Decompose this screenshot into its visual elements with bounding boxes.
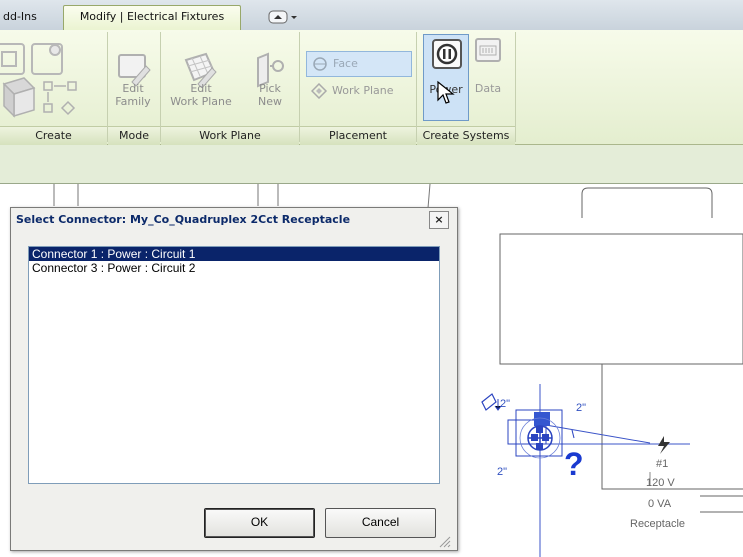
power-icon (432, 39, 462, 69)
panel-toggle-icon (268, 10, 297, 24)
ribbon-minimize-toggle[interactable] (268, 10, 304, 24)
edit-work-plane-label-1: Edit (190, 82, 212, 95)
connector-list-item-2[interactable]: Connector 3 : Power : Circuit 2 (29, 261, 439, 275)
ok-button[interactable]: OK (204, 508, 315, 538)
panel-label-create-systems: Create Systems (417, 126, 515, 145)
dimension-left-top: 2" (500, 398, 511, 410)
panel-label-mode: Mode (108, 126, 160, 145)
question-mark-icon: ? (564, 446, 584, 482)
lightning-icon (658, 436, 670, 454)
power-system-button[interactable]: Power (423, 34, 469, 121)
work-plane-glyph (481, 393, 497, 411)
edit-work-plane-label-2: Work Plane (170, 95, 232, 108)
edit-work-plane-button[interactable]: Edit Work Plane (166, 82, 236, 108)
match-type-icon (2, 77, 36, 118)
options-bar (0, 145, 743, 184)
ribbon: Edit Family Edit Work Plane Pick New Fac… (0, 30, 743, 145)
edit-family-button[interactable]: Edit Family (110, 82, 156, 108)
work-plane-label: Work Plane (332, 84, 394, 97)
ribbon-tab-strip: dd-Ins Modify | Electrical Fixtures (0, 0, 743, 31)
tag-voltage: 120 V (646, 477, 675, 489)
dialog-title: Select Connector: My_Co_Quadruplex 2Cct … (16, 213, 351, 226)
tag-circuit-number: #1 (656, 458, 669, 470)
work-plane-diamond-icon (311, 83, 328, 99)
edit-family-label-1: Edit (122, 82, 144, 95)
place-on-work-plane-button[interactable]: Work Plane (306, 80, 410, 102)
face-icon (313, 57, 327, 71)
array-icon (43, 81, 77, 116)
tab-add-ins[interactable]: dd-Ins (0, 6, 65, 28)
resize-grip-icon[interactable] (437, 534, 451, 548)
tag-load: 0 VA (648, 498, 672, 510)
tag-type: Receptacle (630, 518, 686, 530)
cancel-button[interactable]: Cancel (325, 508, 436, 538)
panel-label-work-plane: Work Plane (161, 126, 299, 145)
select-connector-dialog: Select Connector: My_Co_Quadruplex 2Cct … (10, 207, 458, 551)
data-icon (475, 38, 501, 62)
connector-list[interactable]: Connector 1 : Power : Circuit 1 Connecto… (28, 246, 440, 484)
mouse-cursor-icon (437, 80, 455, 104)
close-icon: × (434, 213, 444, 226)
pick-new-label-1: Pick (259, 82, 281, 95)
edit-family-label-2: Family (115, 95, 151, 108)
dialog-close-button[interactable]: × (429, 211, 449, 229)
place-on-face-button[interactable]: Face (306, 51, 412, 77)
create-similar-icon (31, 43, 63, 75)
data-system-button[interactable]: Data (470, 82, 506, 95)
dimension-right-top: 2" (576, 402, 587, 414)
pick-new-button[interactable]: Pick New (250, 82, 290, 108)
panel-label-create: Create (0, 126, 107, 145)
pick-new-label-2: New (258, 95, 282, 108)
copy-clipboard-icon (0, 43, 25, 75)
face-label: Face (333, 57, 358, 70)
create-panel-icons (0, 43, 77, 118)
data-label: Data (474, 82, 502, 95)
dimension-left-bottom: 2" (497, 466, 508, 478)
panel-label-placement: Placement (300, 126, 416, 145)
connector-list-item-1[interactable]: Connector 1 : Power : Circuit 1 (29, 247, 439, 261)
tab-modify-electrical-fixtures[interactable]: Modify | Electrical Fixtures (63, 5, 241, 31)
